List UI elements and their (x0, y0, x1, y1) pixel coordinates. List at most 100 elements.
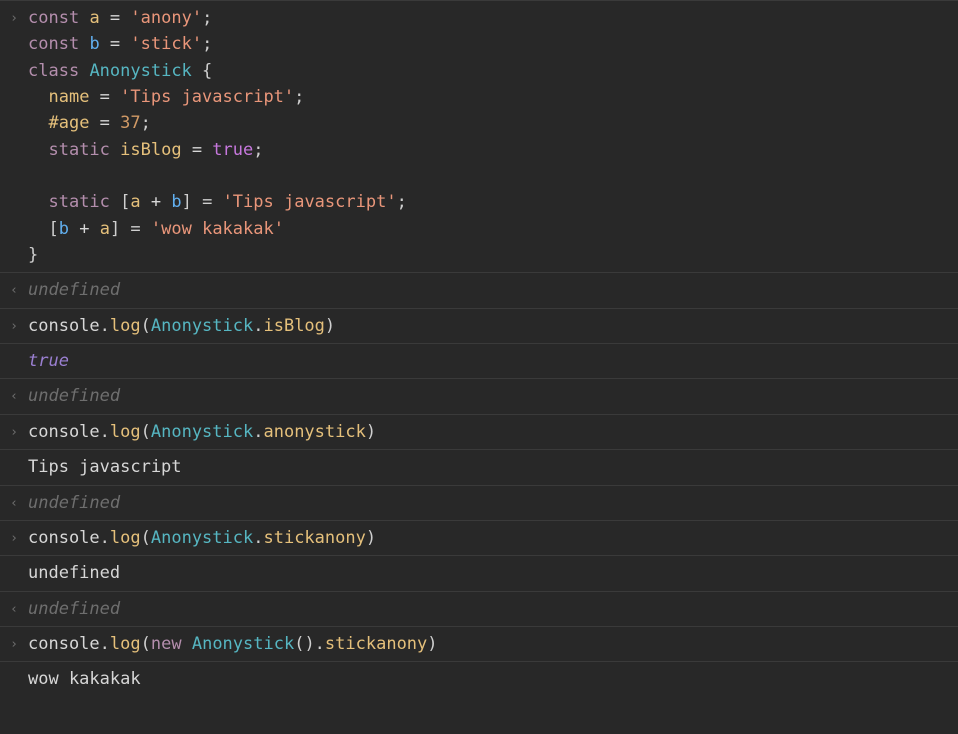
paren-open: ( (141, 422, 151, 442)
keyword-new: new (151, 634, 182, 654)
class-ref: Anonystick (151, 316, 253, 336)
console-input-row[interactable]: › console.log(Anonystick.isBlog) (0, 308, 958, 343)
log-fn: log (110, 634, 141, 654)
log-fn: log (110, 422, 141, 442)
input-prompt-icon: › (0, 5, 28, 29)
dot: . (100, 528, 110, 548)
keyword-class: class (28, 61, 79, 81)
string-literal: 'Tips javascript' (120, 87, 294, 107)
string-literal: 'anony' (130, 8, 202, 28)
output-icon: ‹ (0, 596, 28, 620)
console-output-row: ‹ undefined (0, 272, 958, 307)
string-output: Tips javascript (28, 454, 958, 480)
assign-op: = (100, 8, 131, 28)
console-log-output: Tips javascript (0, 449, 958, 484)
console-log-output: wow kakakak (0, 661, 958, 696)
class-ref: Anonystick (192, 634, 294, 654)
semicolon: ; (253, 140, 263, 160)
dot: . (100, 422, 110, 442)
brace-open: { (192, 61, 212, 81)
semicolon: ; (202, 8, 212, 28)
bracket-close-assign: ] = (110, 219, 151, 239)
code-line: console.log(Anonystick.stickanony) (28, 525, 958, 551)
prop-isblog: isBlog (263, 316, 324, 336)
space (182, 634, 192, 654)
var-a: a (130, 192, 140, 212)
keyword-const: const (28, 34, 79, 54)
assign-op: = (89, 113, 120, 133)
field-age: #age (48, 113, 89, 133)
code-block: const a = 'anony'; const b = 'stick'; cl… (28, 5, 958, 268)
keyword-const: const (28, 8, 79, 28)
bracket-open: [ (110, 192, 130, 212)
dot: . (100, 634, 110, 654)
assign-op: = (89, 87, 120, 107)
output-icon: ‹ (0, 383, 28, 407)
var-b: b (171, 192, 181, 212)
dot: . (100, 316, 110, 336)
input-prompt-icon: › (0, 313, 28, 337)
console-input-row[interactable]: › console.log(Anonystick.anonystick) (0, 414, 958, 449)
semicolon: ; (141, 113, 151, 133)
field-isblog: isBlog (120, 140, 181, 160)
var-b: b (89, 34, 99, 54)
semicolon: ; (202, 34, 212, 54)
plus-op: + (141, 192, 172, 212)
log-fn: log (110, 528, 141, 548)
dot: . (253, 422, 263, 442)
blank-gutter (0, 666, 28, 670)
input-prompt-icon: › (0, 419, 28, 443)
paren-open: ( (141, 316, 151, 336)
input-prompt-icon: › (0, 631, 28, 655)
string-literal: 'stick' (130, 34, 202, 54)
undefined-output: undefined (28, 490, 958, 516)
console-input-row[interactable]: › const a = 'anony'; const b = 'stick'; … (0, 0, 958, 272)
string-output: wow kakakak (28, 666, 958, 692)
console-output-row: ‹ undefined (0, 485, 958, 520)
paren-open: ( (141, 634, 151, 654)
undefined-output: undefined (28, 383, 958, 409)
bool-literal: true (212, 140, 253, 160)
field-name: name (48, 87, 89, 107)
assign-op: = (182, 140, 213, 160)
console-log-output: true (0, 343, 958, 378)
dot: . (253, 528, 263, 548)
console-output-row: ‹ undefined (0, 591, 958, 626)
class-ref: Anonystick (151, 422, 253, 442)
blank-gutter (0, 348, 28, 352)
dot: . (253, 316, 263, 336)
paren-close: ) (427, 634, 437, 654)
number-literal: 37 (120, 113, 140, 133)
keyword-static: static (48, 140, 109, 160)
keyword-static: static (48, 192, 109, 212)
call-and-dot: (). (294, 634, 325, 654)
console-obj: console (28, 528, 100, 548)
code-line: console.log(Anonystick.isBlog) (28, 313, 958, 339)
undefined-output: undefined (28, 277, 958, 303)
paren-open: ( (141, 528, 151, 548)
semicolon: ; (294, 87, 304, 107)
semicolon: ; (397, 192, 407, 212)
console-input-row[interactable]: › console.log(Anonystick.stickanony) (0, 520, 958, 555)
input-prompt-icon: › (0, 525, 28, 549)
bool-output: true (28, 348, 958, 374)
prop-stickanony: stickanony (325, 634, 427, 654)
output-icon: ‹ (0, 490, 28, 514)
brace-close: } (28, 245, 38, 265)
var-a: a (100, 219, 110, 239)
code-line: console.log(new Anonystick().stickanony) (28, 631, 958, 657)
var-a: a (89, 8, 99, 28)
console-obj: console (28, 634, 100, 654)
code-line: console.log(Anonystick.anonystick) (28, 419, 958, 445)
console-obj: console (28, 422, 100, 442)
paren-close: ) (366, 422, 376, 442)
class-ref: Anonystick (151, 528, 253, 548)
undefined-output: undefined (28, 596, 958, 622)
prop-anonystick: anonystick (263, 422, 365, 442)
paren-close: ) (366, 528, 376, 548)
console-output-row: ‹ undefined (0, 378, 958, 413)
log-fn: log (110, 316, 141, 336)
string-literal: 'Tips javascript' (223, 192, 397, 212)
bracket-close-assign: ] = (182, 192, 223, 212)
console-input-row[interactable]: › console.log(new Anonystick().stickanon… (0, 626, 958, 661)
